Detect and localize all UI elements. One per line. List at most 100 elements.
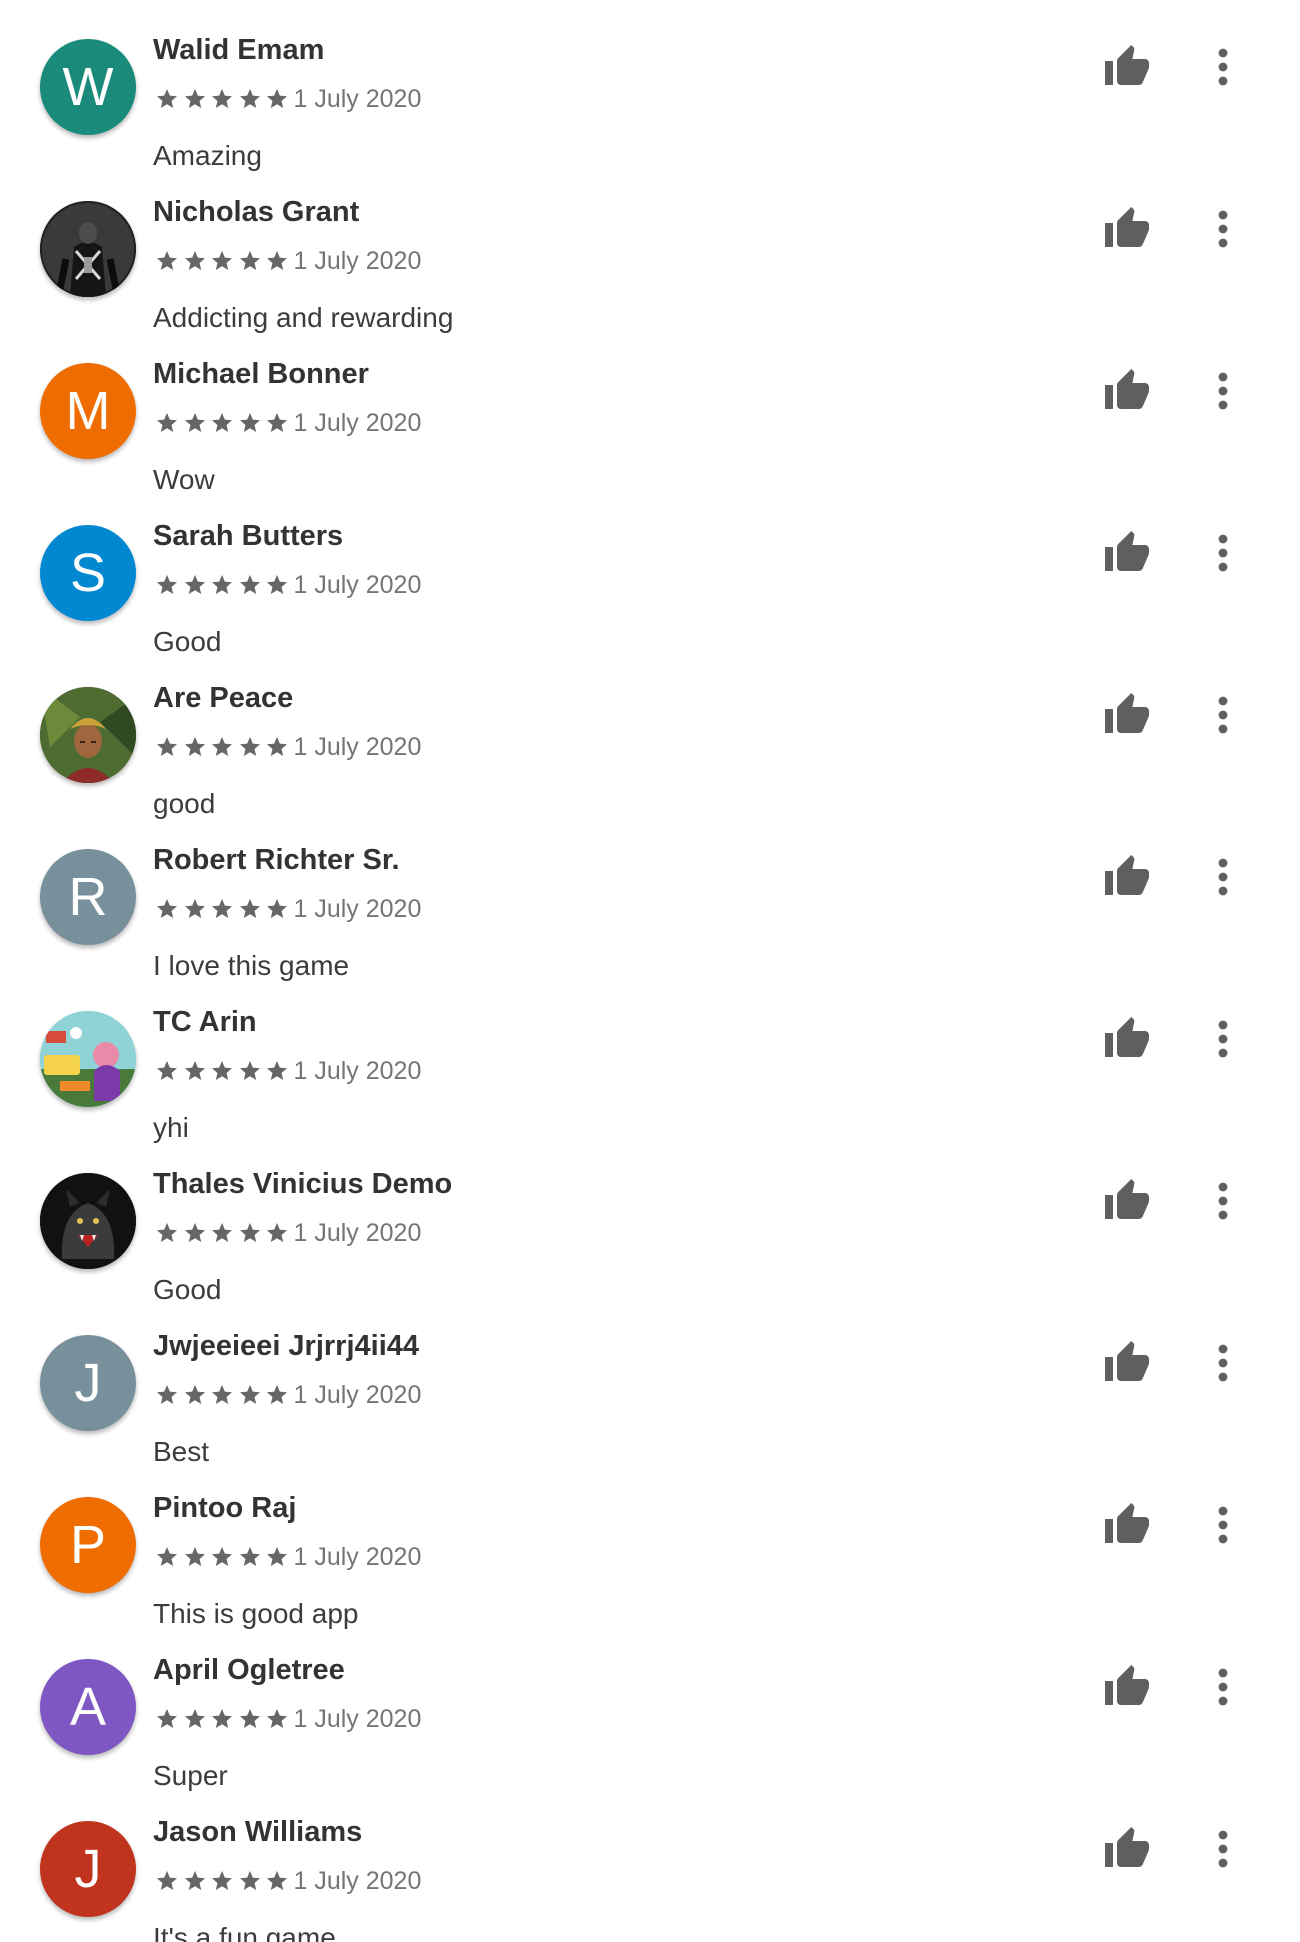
star-icon <box>267 1385 287 1404</box>
thumb-up-icon <box>1105 855 1149 895</box>
star-rating: 1 July 2020 <box>155 732 421 762</box>
more-vert-icon <box>1218 48 1228 86</box>
review-date: 1 July 2020 <box>293 408 422 437</box>
avatar-2[interactable] <box>40 201 136 297</box>
more-vert-icon <box>1218 372 1228 410</box>
avatar-photo <box>40 1011 136 1107</box>
more-vert-icon <box>1218 534 1228 572</box>
star-icon <box>184 1385 205 1404</box>
more-vert-icon <box>1218 1668 1228 1706</box>
star-icon <box>267 1223 287 1242</box>
more-vert-icon <box>1218 210 1228 248</box>
review-item: A April Ogletree 1 July 2020 Super <box>0 1632 1300 1794</box>
thumb-up-icon <box>1105 693 1149 733</box>
stars <box>155 249 293 273</box>
more-options-button[interactable] <box>1203 1338 1243 1388</box>
star-icon <box>239 413 260 432</box>
author-name: Jason Williams <box>153 1816 363 1848</box>
more-options-button[interactable] <box>1203 42 1243 92</box>
author-name: Nicholas Grant <box>153 196 360 228</box>
avatar-letter: P <box>69 1515 107 1575</box>
stars <box>155 1059 293 1083</box>
more-options-button[interactable] <box>1203 690 1243 740</box>
review-text: It's a fun game <box>153 1922 336 1942</box>
avatar-letter: J <box>74 1353 102 1413</box>
like-button[interactable] <box>1102 1338 1152 1388</box>
thumb-up-icon <box>1105 1179 1149 1219</box>
star-icon <box>184 1223 205 1242</box>
star-icon <box>212 1547 232 1566</box>
review-date: 1 July 2020 <box>293 894 422 923</box>
avatar-7[interactable] <box>40 1011 136 1107</box>
star-icon <box>239 899 260 918</box>
star-icon <box>157 737 177 756</box>
review-item: J Jason Williams 1 July 2020 It's a fun … <box>0 1794 1300 1942</box>
more-vert-icon <box>1218 1182 1228 1220</box>
star-rating: 1 July 2020 <box>155 1704 421 1734</box>
like-button[interactable] <box>1102 42 1152 92</box>
review-text: This is good app <box>153 1598 359 1629</box>
avatar-5[interactable] <box>40 687 136 783</box>
stars <box>155 1869 293 1893</box>
thumb-up-icon <box>1105 369 1149 409</box>
thumb-up-icon <box>1105 45 1149 85</box>
like-button[interactable] <box>1102 204 1152 254</box>
like-button[interactable] <box>1102 690 1152 740</box>
star-icon <box>212 1061 232 1080</box>
avatar-6[interactable]: R <box>40 849 136 945</box>
stars <box>155 411 293 435</box>
star-icon <box>239 575 260 594</box>
stars <box>155 1545 293 1569</box>
more-options-button[interactable] <box>1203 1824 1243 1874</box>
more-options-button[interactable] <box>1203 366 1243 416</box>
like-button[interactable] <box>1102 1662 1152 1712</box>
avatar-8[interactable] <box>40 1173 136 1269</box>
review-date: 1 July 2020 <box>293 84 422 113</box>
avatar-10[interactable]: P <box>40 1497 136 1593</box>
like-button[interactable] <box>1102 1176 1152 1226</box>
like-button[interactable] <box>1102 1824 1152 1874</box>
more-options-button[interactable] <box>1203 1014 1243 1064</box>
review-item: M Michael Bonner 1 July 2020 Wow <box>0 336 1300 498</box>
star-icon <box>184 899 205 918</box>
like-button[interactable] <box>1102 1500 1152 1550</box>
star-icon <box>267 1709 287 1728</box>
star-icon <box>157 1061 177 1080</box>
more-options-button[interactable] <box>1203 1662 1243 1712</box>
avatar-photo <box>40 1173 136 1269</box>
review-item: TC Arin 1 July 2020 yhi <box>0 984 1300 1146</box>
like-button[interactable] <box>1102 1014 1152 1064</box>
avatar-9[interactable]: J <box>40 1335 136 1431</box>
star-icon <box>157 1709 177 1728</box>
avatar-3[interactable]: M <box>40 363 136 459</box>
star-rating: 1 July 2020 <box>155 246 421 276</box>
star-icon <box>184 1871 205 1890</box>
like-button[interactable] <box>1102 366 1152 416</box>
stars <box>155 897 293 921</box>
review-text: Best <box>153 1436 210 1467</box>
avatar-12[interactable]: J <box>40 1821 136 1917</box>
avatar-1[interactable]: W <box>40 39 136 135</box>
more-options-button[interactable] <box>1203 1176 1243 1226</box>
star-icon <box>212 413 232 432</box>
like-button[interactable] <box>1102 852 1152 902</box>
review-date: 1 July 2020 <box>293 1704 422 1733</box>
more-options-button[interactable] <box>1203 204 1243 254</box>
avatar-4[interactable]: S <box>40 525 136 621</box>
thumb-up-icon <box>1105 1665 1149 1705</box>
star-rating: 1 July 2020 <box>155 1218 421 1248</box>
avatar-letter: S <box>69 543 107 603</box>
avatar-letter: W <box>62 57 114 117</box>
review-date: 1 July 2020 <box>293 246 422 275</box>
more-options-button[interactable] <box>1203 1500 1243 1550</box>
avatar-11[interactable]: A <box>40 1659 136 1755</box>
more-options-button[interactable] <box>1203 528 1243 578</box>
review-date: 1 July 2020 <box>293 1542 422 1571</box>
like-button[interactable] <box>1102 528 1152 578</box>
star-icon <box>239 737 260 756</box>
star-icon <box>157 251 177 270</box>
star-rating: 1 July 2020 <box>155 1380 421 1410</box>
more-options-button[interactable] <box>1203 852 1243 902</box>
more-vert-icon <box>1218 858 1228 896</box>
star-icon <box>212 251 232 270</box>
